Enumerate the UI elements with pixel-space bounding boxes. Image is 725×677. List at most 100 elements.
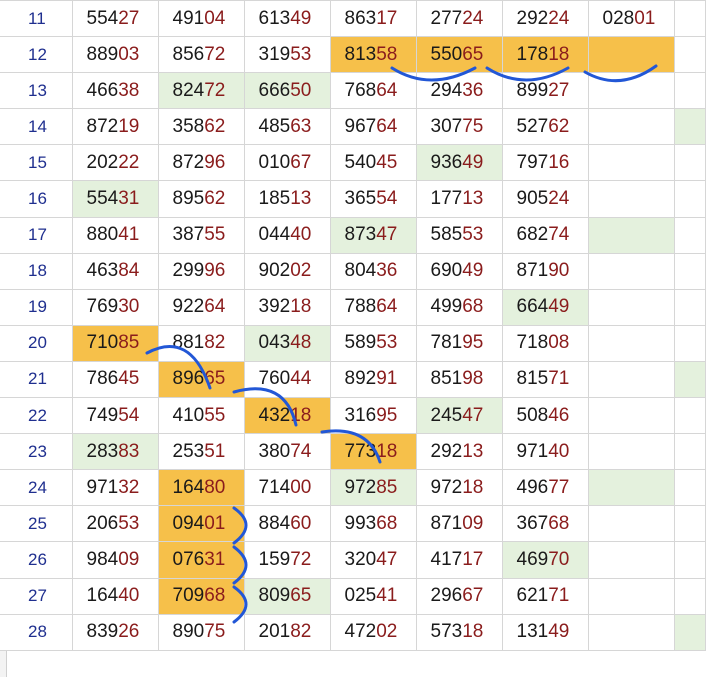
- row-number[interactable]: 12: [0, 36, 73, 74]
- result-cell[interactable]: 89927: [501, 72, 589, 110]
- result-cell[interactable]: 31953: [243, 36, 331, 74]
- extra-column-cell[interactable]: [673, 252, 706, 290]
- result-cell[interactable]: 89291: [329, 360, 417, 399]
- result-cell[interactable]: 36768: [501, 505, 589, 543]
- extra-column-cell[interactable]: [673, 108, 706, 146]
- result-cell[interactable]: 47202: [329, 613, 417, 651]
- result-cell[interactable]: 97132: [71, 469, 159, 507]
- result-cell[interactable]: 31695: [329, 397, 417, 435]
- result-cell[interactable]: 41055: [157, 397, 245, 435]
- result-cell[interactable]: 48563: [243, 108, 331, 146]
- result-cell[interactable]: 86317: [329, 0, 417, 38]
- result-cell[interactable]: [587, 180, 675, 218]
- result-cell[interactable]: [587, 541, 675, 579]
- result-cell[interactable]: 43218: [243, 397, 331, 435]
- result-cell[interactable]: 76044: [243, 360, 331, 399]
- result-cell[interactable]: 81358: [329, 36, 417, 74]
- result-cell[interactable]: 97285: [329, 469, 417, 507]
- result-cell[interactable]: 49968: [415, 288, 503, 326]
- result-cell[interactable]: 88460: [243, 505, 331, 543]
- result-cell[interactable]: 98409: [71, 541, 159, 579]
- row-number[interactable]: 19: [0, 288, 73, 326]
- row-number[interactable]: 14: [0, 108, 73, 146]
- result-cell[interactable]: 49104: [157, 0, 245, 38]
- result-cell[interactable]: 58553: [415, 216, 503, 254]
- result-cell[interactable]: 01067: [243, 144, 331, 182]
- row-number[interactable]: 18: [0, 252, 73, 290]
- result-cell[interactable]: 90524: [501, 180, 589, 218]
- result-cell[interactable]: [587, 433, 675, 471]
- result-cell[interactable]: 87347: [329, 216, 417, 254]
- extra-column-cell[interactable]: [673, 0, 706, 38]
- result-cell[interactable]: 29224: [501, 0, 589, 38]
- result-cell[interactable]: 20653: [71, 505, 159, 543]
- row-number[interactable]: 15: [0, 144, 73, 182]
- result-cell[interactable]: 36554: [329, 180, 417, 218]
- result-cell[interactable]: 49677: [501, 469, 589, 507]
- result-cell[interactable]: [587, 108, 675, 146]
- extra-column-cell[interactable]: [673, 577, 706, 615]
- result-cell[interactable]: 39218: [243, 288, 331, 326]
- row-number[interactable]: 22: [0, 397, 73, 435]
- extra-column-cell[interactable]: [673, 144, 706, 182]
- result-cell[interactable]: 27724: [415, 0, 503, 38]
- row-number[interactable]: 17: [0, 216, 73, 254]
- result-cell[interactable]: 96764: [329, 108, 417, 146]
- row-number[interactable]: 24: [0, 469, 73, 507]
- result-cell[interactable]: [587, 469, 675, 507]
- result-cell[interactable]: 13149: [501, 613, 589, 651]
- result-cell[interactable]: 80965: [243, 577, 331, 615]
- result-cell[interactable]: 78864: [329, 288, 417, 326]
- extra-column-cell[interactable]: [673, 505, 706, 543]
- result-cell[interactable]: 92264: [157, 288, 245, 326]
- result-cell[interactable]: 71085: [71, 324, 159, 362]
- result-cell[interactable]: 88182: [157, 324, 245, 362]
- result-cell[interactable]: 97140: [501, 433, 589, 471]
- result-cell[interactable]: 87109: [415, 505, 503, 543]
- result-cell[interactable]: 66449: [501, 288, 589, 326]
- result-cell[interactable]: 97218: [415, 469, 503, 507]
- result-cell[interactable]: 74954: [71, 397, 159, 435]
- result-cell[interactable]: 04440: [243, 216, 331, 254]
- result-cell[interactable]: 87219: [71, 108, 159, 146]
- result-cell[interactable]: 02541: [329, 577, 417, 615]
- result-cell[interactable]: 88041: [71, 216, 159, 254]
- result-cell[interactable]: 20182: [243, 613, 331, 651]
- result-cell[interactable]: 66650: [243, 72, 331, 110]
- result-cell[interactable]: 89665: [157, 360, 245, 399]
- result-cell[interactable]: 29996: [157, 252, 245, 290]
- result-cell[interactable]: 55427: [71, 0, 159, 38]
- result-cell[interactable]: 50846: [501, 397, 589, 435]
- result-cell[interactable]: 15972: [243, 541, 331, 579]
- result-cell[interactable]: 09401: [157, 505, 245, 543]
- result-cell[interactable]: 89075: [157, 613, 245, 651]
- result-cell[interactable]: [587, 72, 675, 110]
- extra-column-cell[interactable]: [673, 433, 706, 471]
- result-cell[interactable]: 24547: [415, 397, 503, 435]
- result-cell[interactable]: 07631: [157, 541, 245, 579]
- result-cell[interactable]: [587, 360, 675, 399]
- extra-column-cell[interactable]: [673, 288, 706, 326]
- result-cell[interactable]: 93649: [415, 144, 503, 182]
- result-cell[interactable]: 52762: [501, 108, 589, 146]
- result-cell[interactable]: 17818: [501, 36, 589, 74]
- row-number[interactable]: 21: [0, 360, 73, 399]
- result-cell[interactable]: 82472: [157, 72, 245, 110]
- row-number[interactable]: 20: [0, 324, 73, 362]
- extra-column-cell[interactable]: [673, 72, 706, 110]
- row-number[interactable]: 26: [0, 541, 73, 579]
- result-cell[interactable]: 46638: [71, 72, 159, 110]
- result-cell[interactable]: 76864: [329, 72, 417, 110]
- extra-column-cell[interactable]: [673, 360, 706, 399]
- result-cell[interactable]: 55065: [415, 36, 503, 74]
- result-cell[interactable]: 89562: [157, 180, 245, 218]
- result-cell[interactable]: 70968: [157, 577, 245, 615]
- result-cell[interactable]: 87296: [157, 144, 245, 182]
- extra-column-cell[interactable]: [673, 36, 706, 74]
- result-cell[interactable]: [587, 577, 675, 615]
- result-cell[interactable]: 62171: [501, 577, 589, 615]
- result-cell[interactable]: 32047: [329, 541, 417, 579]
- result-cell[interactable]: 78195: [415, 324, 503, 362]
- result-cell[interactable]: 71808: [501, 324, 589, 362]
- result-cell[interactable]: [587, 252, 675, 290]
